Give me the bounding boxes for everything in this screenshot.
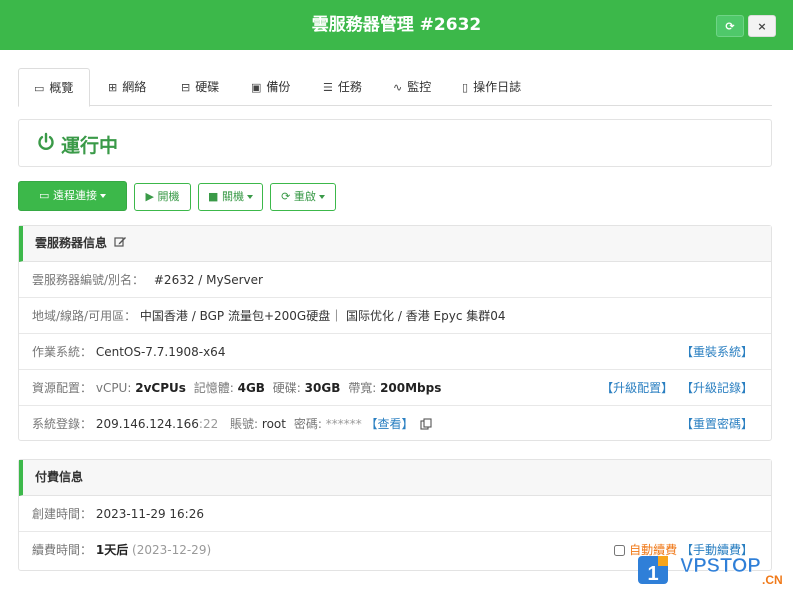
tab-label: 監控 xyxy=(407,80,432,94)
stop-icon: ■ xyxy=(208,190,219,203)
restart-label: 重啟 xyxy=(293,190,316,203)
row-label: 作業系統： xyxy=(32,345,93,359)
close-icon: × xyxy=(757,20,767,33)
renew-date: (2023-12-29) xyxy=(132,543,212,557)
created-value: 2023-11-29 16:26 xyxy=(95,507,204,521)
hdd-icon: ⊟ xyxy=(181,81,191,94)
edit-icon[interactable] xyxy=(114,236,127,248)
monitor-icon: ▭ xyxy=(34,82,45,95)
tab-backup[interactable]: ▣ 備份 xyxy=(251,68,290,106)
created-row: 創建時間： 2023-11-29 16:26 xyxy=(19,496,771,532)
bandwidth-value: 200Mbps xyxy=(380,381,442,395)
row-label: 創建時間： xyxy=(32,507,93,521)
password-label: 密碼: xyxy=(293,417,322,431)
sitemap-icon: ⊞ xyxy=(108,81,118,94)
panel-title: 雲服務器信息 xyxy=(35,236,108,250)
refresh-button[interactable]: ⟳ xyxy=(716,15,744,37)
tasks-icon: ☰ xyxy=(323,81,333,94)
vcpu-value: 2vCPUs xyxy=(135,381,186,395)
resource-links: 【升級配置】 【升級記錄】 xyxy=(601,370,753,406)
tab-label: 硬碟 xyxy=(195,80,220,94)
refresh-icon: ⟳ xyxy=(281,190,291,203)
account-label: 賬號: xyxy=(230,417,259,431)
pulse-icon: ∿ xyxy=(393,81,403,94)
row-label: 續費時間： xyxy=(32,543,93,557)
remote-connect-label: 遠程連接 xyxy=(52,189,97,202)
upgrade-link[interactable]: 【升級配置】 xyxy=(601,381,673,395)
memory-value: 4GB xyxy=(237,381,265,395)
caret-down-icon xyxy=(99,194,106,198)
boot-button[interactable]: ▶ 開機 xyxy=(134,183,191,211)
os-value: CentOS-7.7.1908-x64 xyxy=(95,345,226,359)
power-icon xyxy=(38,132,54,151)
tab-label: 網絡 xyxy=(122,80,147,94)
watermark-text: VPSTOP xyxy=(680,555,761,577)
disk-label: 硬碟: xyxy=(272,381,301,395)
login-row: 系統登錄： 209.146.124.166:22 賬號: root 密碼: **… xyxy=(19,406,771,442)
bandwidth-label: 帶寬: xyxy=(348,381,377,395)
panel-header: 雲服務器信息 xyxy=(19,226,771,262)
region-row: 地域/線路/可用區： 中国香港 / BGP 流量包+200G硬盘｜ 国际优化 /… xyxy=(19,298,771,334)
tab-label: 概覽 xyxy=(49,81,74,95)
shutdown-label: 關機 xyxy=(221,190,244,203)
region-value: 中国香港 / BGP 流量包+200G硬盘｜ 国际优化 / 香港 Epyc 集群… xyxy=(139,309,506,323)
tab-monitor[interactable]: ∿ 監控 xyxy=(393,68,431,106)
view-password-link[interactable]: 【查看】 xyxy=(366,417,414,431)
header: 雲服務器管理 #2632 ⟳ × xyxy=(0,0,793,50)
auto-renew-checkbox[interactable] xyxy=(614,545,626,556)
tab-bar: ▭ 概覽 ⊞ 網絡 ⊟ 硬碟 ▣ 備份 ☰ 任務 ∿ 監控 ▯ 操作日誌 xyxy=(18,68,772,107)
account-value: root xyxy=(261,417,286,431)
page-title: 雲服務器管理 #2632 xyxy=(311,15,482,35)
vpstop-watermark: 1 VPSTOP .CN xyxy=(638,555,783,587)
status-panel: 運行中 xyxy=(18,119,772,167)
close-button[interactable]: × xyxy=(748,15,776,37)
row-label: 地域/線路/可用區： xyxy=(32,309,137,323)
tab-tasks[interactable]: ☰ 任務 xyxy=(323,68,362,106)
boot-label: 開機 xyxy=(157,190,180,203)
remote-connect-button[interactable]: ▭ 遠程連接 xyxy=(18,181,127,211)
play-icon: ▶ xyxy=(145,190,154,203)
ip-value: 209.146.124.166 xyxy=(95,417,199,431)
tab-label: 任務 xyxy=(337,80,362,94)
tab-logs[interactable]: ▯ 操作日誌 xyxy=(462,68,521,106)
password-value: ****** xyxy=(325,417,362,431)
memory-label: 記憶體: xyxy=(193,381,234,395)
resources-row: 資源配置： vCPU: 2vCPUs 記憶體: 4GB 硬碟: 30GB 帶寬:… xyxy=(19,370,771,406)
disk-value: 30GB xyxy=(304,381,341,395)
row-label: 系統登錄： xyxy=(32,417,93,431)
refresh-icon: ⟳ xyxy=(725,20,735,33)
server-id-value: #2632 / MyServer xyxy=(153,273,263,287)
watermark-badge-number: 1 xyxy=(647,563,658,585)
tab-network[interactable]: ⊞ 網絡 xyxy=(108,68,146,106)
os-row: 作業系統： CentOS-7.7.1908-x64 【重裝系統】 xyxy=(19,334,771,370)
server-info-panel: 雲服務器信息 雲服務器編號/別名： #2632 / MyServer 地域/線路… xyxy=(18,225,772,441)
renew-value: 1天后 xyxy=(95,543,129,557)
restart-button[interactable]: ⟳ 重啟 xyxy=(270,183,336,211)
panel-title: 付費信息 xyxy=(35,470,84,484)
reset-password-link[interactable]: 【重置密碼】 xyxy=(681,406,753,442)
port-value: :22 xyxy=(198,417,219,431)
file-icon: ▯ xyxy=(462,81,469,94)
reinstall-link[interactable]: 【重裝系統】 xyxy=(681,334,753,370)
panel-header: 付費信息 xyxy=(19,460,771,496)
tab-overview[interactable]: ▭ 概覽 xyxy=(18,68,90,107)
row-label: 資源配置： xyxy=(32,381,93,395)
monitor-icon: ▭ xyxy=(39,189,50,202)
copy-icon[interactable] xyxy=(420,418,432,430)
watermark-suffix: .CN xyxy=(762,573,783,587)
tab-label: 備份 xyxy=(266,80,291,94)
caret-down-icon xyxy=(318,195,325,199)
caret-down-icon xyxy=(246,195,253,199)
tab-label: 操作日誌 xyxy=(473,80,522,94)
server-id-row: 雲服務器編號/別名： #2632 / MyServer xyxy=(19,262,771,298)
status-text: 運行中 xyxy=(61,135,119,157)
tab-disk[interactable]: ⊟ 硬碟 xyxy=(181,68,219,106)
shutdown-button[interactable]: ■ 關機 xyxy=(198,183,263,211)
floppy-icon: ▣ xyxy=(251,81,262,94)
row-label: 雲服務器編號/別名： xyxy=(32,273,145,287)
vcpu-label: vCPU: xyxy=(95,381,132,395)
upgrade-log-link[interactable]: 【升級記錄】 xyxy=(681,381,753,395)
